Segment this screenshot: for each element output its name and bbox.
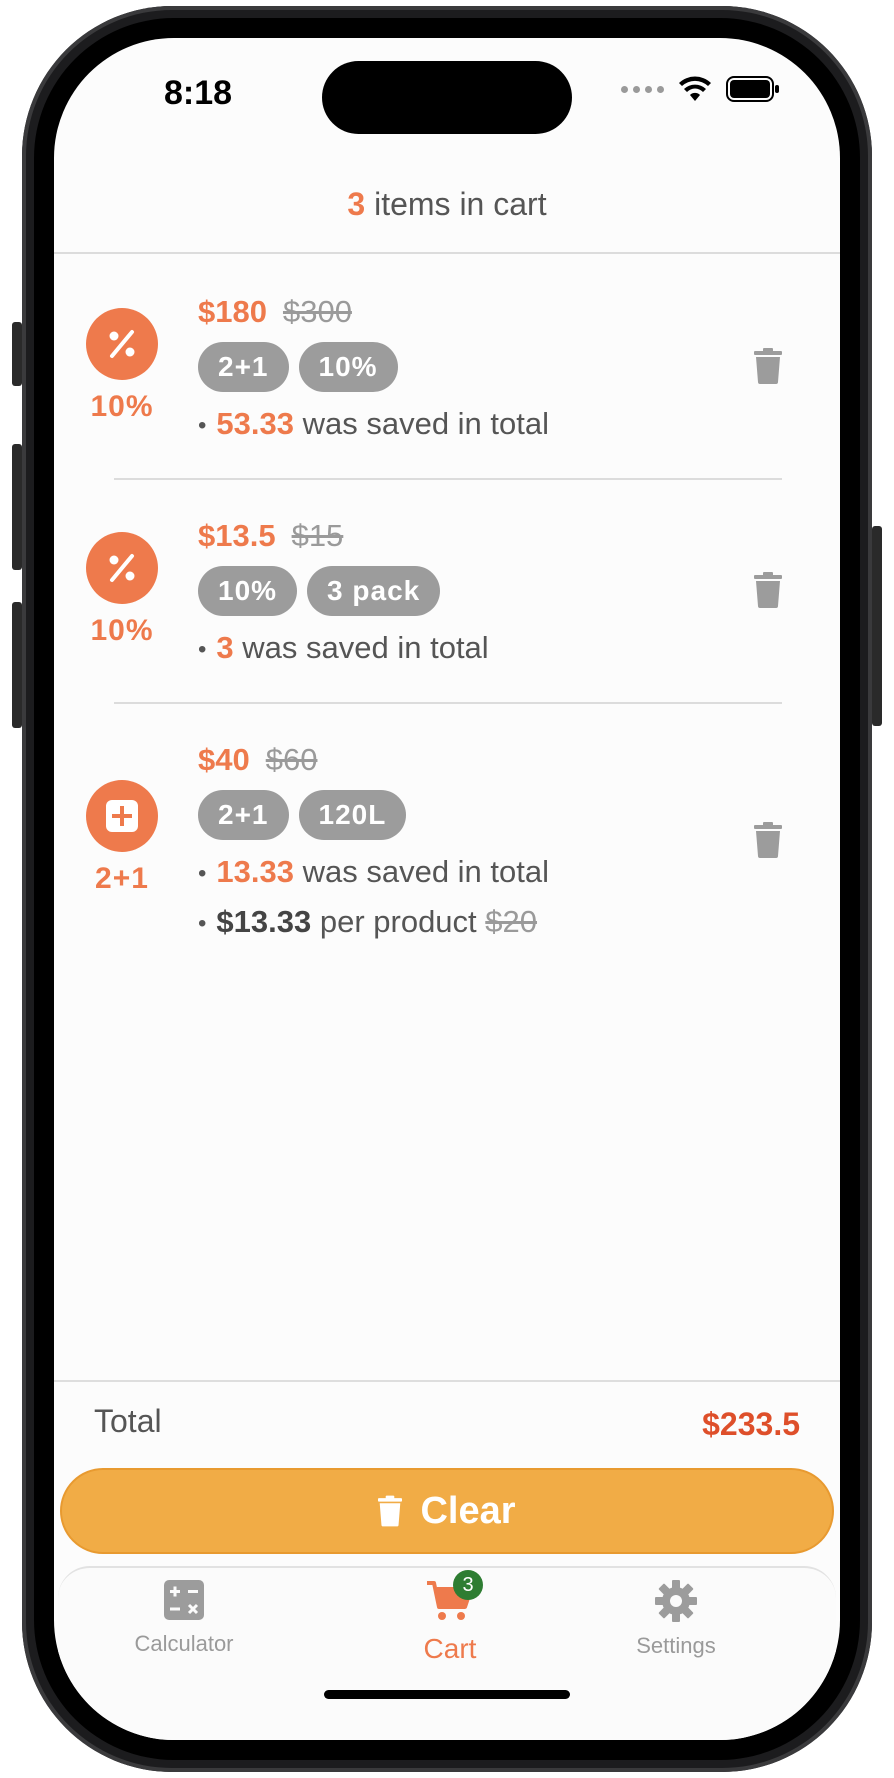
item-saved-line: • 3 was saved in total	[198, 630, 489, 665]
item-divider	[114, 702, 782, 704]
percent-icon	[86, 532, 158, 604]
item-tag: 10%	[298, 342, 398, 392]
item-tag: 120L	[298, 790, 407, 840]
item-price: $13.5	[198, 518, 276, 553]
silent-switch	[12, 322, 22, 386]
tab-settings[interactable]: Settings	[576, 1580, 776, 1659]
cart-header: 3 items in cart	[54, 186, 840, 254]
power-button	[872, 526, 882, 726]
item-details: $13.5 $15 10% 3 pack • 3 was saved in tot…	[198, 518, 489, 666]
status-time: 8:18	[164, 74, 233, 112]
item-saved-line: • 53.33 was saved in total	[198, 406, 550, 441]
percent-icon	[86, 308, 158, 380]
calculator-icon	[164, 1580, 204, 1620]
plus-square-icon	[86, 780, 158, 852]
trash-icon[interactable]	[754, 572, 782, 608]
item-per-product-line: • $13.33 per product $20	[198, 904, 538, 939]
item-saved-value: 53.33	[216, 406, 294, 441]
item-saved-line: • 13.33 was saved in total	[198, 854, 550, 889]
item-tag: 2+1	[198, 342, 289, 392]
item-saved-text: was saved in total	[233, 630, 489, 665]
item-per-product-old: $20	[485, 904, 538, 939]
cart-count: 3	[347, 186, 366, 222]
clear-button-label: Clear	[420, 1489, 516, 1532]
total-label: Total	[94, 1403, 162, 1439]
total-divider	[54, 1380, 840, 1382]
cart-item[interactable]: 10% $180 $300 2+1 10% • 53.33 was saved i…	[54, 258, 840, 462]
cellular-icon	[621, 85, 664, 93]
item-saved-text: was saved in total	[293, 406, 550, 441]
item-price: $40	[198, 742, 250, 777]
cart-header-text: items in cart	[365, 186, 547, 222]
battery-icon	[726, 76, 779, 102]
cart-item[interactable]: 10% $13.5 $15 10% 3 pack • 3 was saved in…	[54, 482, 840, 686]
item-tag: 10%	[198, 566, 298, 616]
item-saved-value: 13.33	[216, 854, 294, 889]
item-original-price: $300	[282, 294, 352, 329]
item-badge: 10%	[82, 532, 162, 648]
item-badge-label: 10%	[90, 390, 154, 423]
total-value: $233.5	[702, 1406, 800, 1442]
status-icons	[621, 76, 780, 102]
tab-bar: Calculator 3 Cart Settings	[58, 1566, 836, 1740]
tab-label: Cart	[423, 1633, 477, 1664]
clear-button[interactable]: Clear	[60, 1468, 834, 1554]
item-badge-label: 10%	[90, 614, 154, 647]
item-saved-text: was saved in total	[293, 854, 550, 889]
trash-icon	[378, 1495, 403, 1527]
item-badge: 10%	[82, 308, 162, 424]
item-divider	[114, 478, 782, 480]
tab-cart[interactable]: 3 Cart	[350, 1570, 550, 1665]
item-saved-value: 3	[216, 630, 234, 665]
item-badge-label: 2+1	[95, 862, 149, 895]
tab-label: Settings	[636, 1633, 716, 1658]
item-tag: 2+1	[198, 790, 289, 840]
cart-item[interactable]: 2+1 $40 $60 2+1 120L • 13.33 was saved in…	[54, 706, 840, 966]
item-tag: 3 pack	[307, 566, 441, 616]
dynamic-island	[322, 61, 572, 134]
item-original-price: $15	[291, 518, 344, 553]
gear-icon	[655, 1580, 697, 1622]
item-price: $180	[198, 294, 267, 329]
trash-icon[interactable]	[754, 348, 782, 384]
volume-down-button	[12, 602, 22, 728]
item-badge: 2+1	[82, 780, 162, 896]
volume-up-button	[12, 444, 22, 570]
item-details: $180 $300 2+1 10% • 53.33 was saved in to…	[198, 294, 549, 442]
wifi-icon	[679, 76, 711, 101]
tab-calculator[interactable]: Calculator	[84, 1580, 284, 1657]
tab-label: Calculator	[134, 1631, 234, 1656]
cart-count-badge: 3	[453, 1570, 483, 1600]
trash-icon[interactable]	[754, 822, 782, 858]
app-screen: 8:18 3 items in cart 10% $180 $300 2+1 1…	[54, 38, 840, 1740]
home-indicator[interactable]	[324, 1690, 570, 1699]
item-original-price: $60	[265, 742, 318, 777]
item-per-product-value: $13.33	[216, 904, 312, 939]
item-details: $40 $60 2+1 120L • 13.33 was saved in tot…	[198, 742, 549, 940]
item-per-product-text: per product	[311, 904, 486, 939]
